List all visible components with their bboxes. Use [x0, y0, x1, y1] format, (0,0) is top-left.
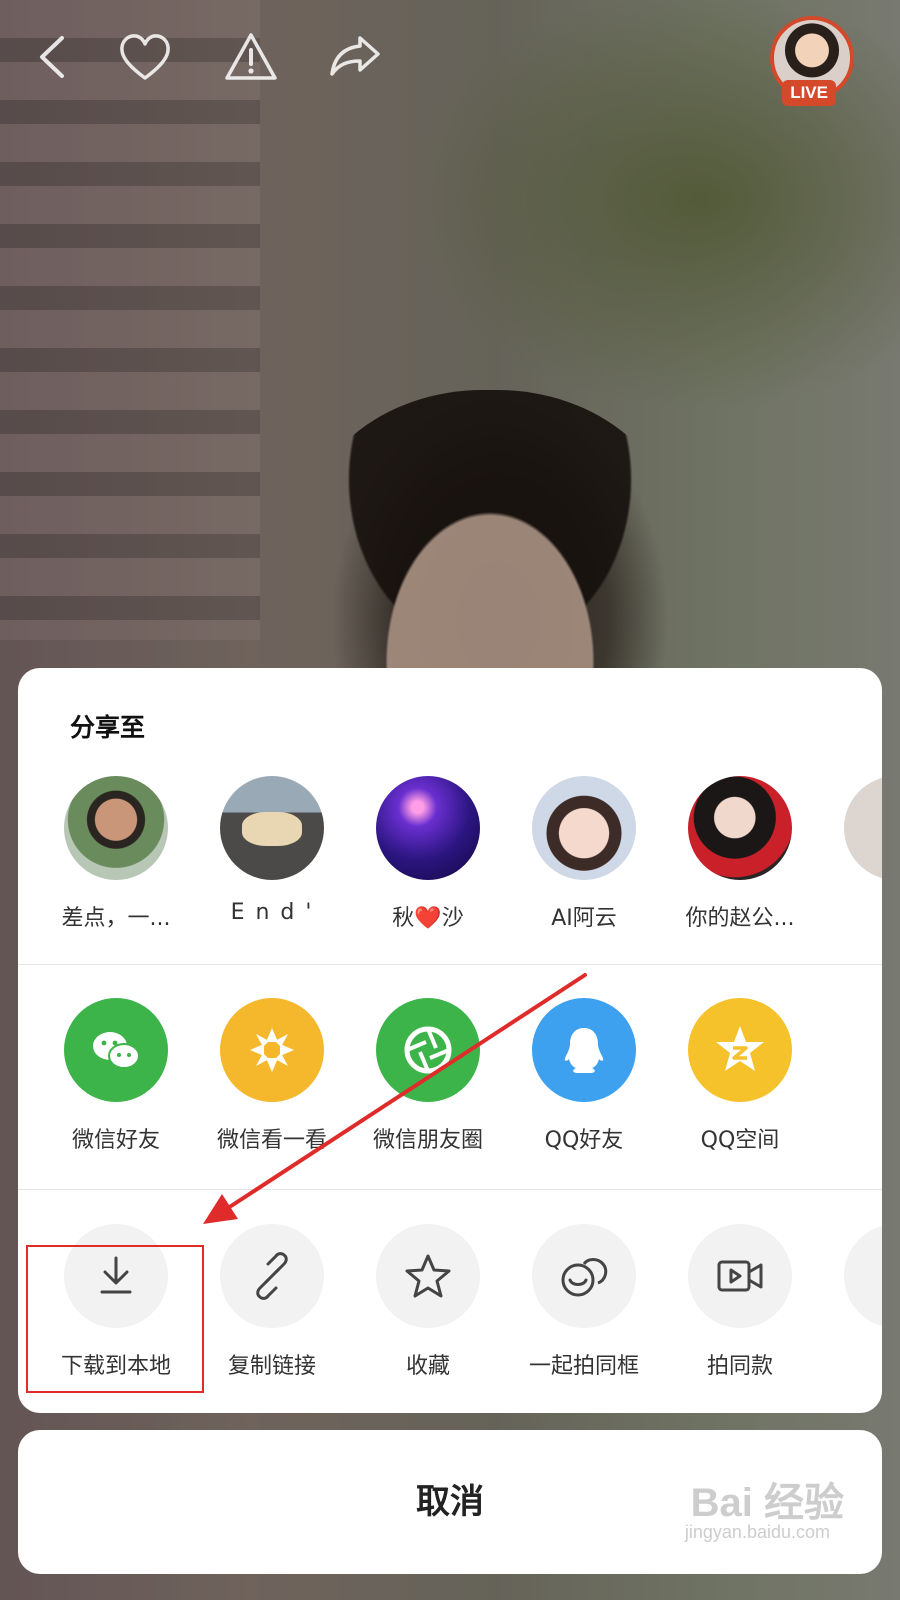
- wechat-look-icon: [220, 998, 324, 1102]
- app-label: 微信好友: [71, 1128, 160, 1153]
- link-icon: [220, 1224, 324, 1328]
- contact-item[interactable]: 秋❤️沙: [348, 776, 508, 932]
- back-icon[interactable]: [26, 28, 84, 86]
- action-label: 一起拍同框: [528, 1354, 639, 1379]
- avatar: [688, 776, 792, 880]
- contact-item[interactable]: AI阿云: [504, 776, 664, 932]
- app-label: 微信看一看: [216, 1128, 327, 1153]
- top-bar: LIVE: [26, 16, 874, 106]
- action-label: 拍同款: [706, 1354, 773, 1379]
- qq-icon: [532, 998, 636, 1102]
- action-label: 收藏: [405, 1354, 450, 1379]
- divider: [18, 1189, 882, 1190]
- contact-item[interactable]: 差点，一...: [36, 776, 196, 932]
- star-icon: [376, 1224, 480, 1328]
- background-child: [300, 390, 680, 710]
- contact-name: 秋❤️沙: [392, 906, 464, 931]
- avatar: [376, 776, 480, 880]
- shoot-same-button[interactable]: 拍同款: [660, 1224, 820, 1380]
- app-label: QQ空间: [700, 1128, 780, 1153]
- contact-name: 你的赵公...: [685, 906, 795, 931]
- contact-name: AI阿云: [551, 906, 617, 931]
- favorite-button[interactable]: 收藏: [348, 1224, 508, 1380]
- contact-item[interactable]: E n d ': [192, 776, 352, 925]
- app-label: QQ好友: [544, 1128, 624, 1153]
- background-building: [0, 0, 260, 640]
- copy-link-button[interactable]: 复制链接: [192, 1224, 352, 1380]
- video-camera-icon: [688, 1224, 792, 1328]
- contact-name: E n d ': [230, 900, 314, 925]
- heart-icon[interactable]: [116, 28, 174, 86]
- avatar: [532, 776, 636, 880]
- sheet-title: 分享至: [70, 713, 146, 742]
- wechat-icon: [64, 998, 168, 1102]
- contact-name: 差点，一...: [61, 906, 171, 931]
- duet-button[interactable]: 一起拍同框: [504, 1224, 664, 1380]
- contacts-row: 差点，一... E n d ' 秋❤️沙 AI阿云 你的赵公... 小: [18, 776, 882, 966]
- more-icon: [844, 1224, 882, 1328]
- moments-icon: [376, 998, 480, 1102]
- avatar: [844, 776, 882, 880]
- app-label: 微信朋友圈: [372, 1128, 483, 1153]
- watermark-url: jingyan.baidu.com: [684, 1522, 830, 1542]
- share-qzone[interactable]: QQ空间: [660, 998, 820, 1154]
- highlight-box: [26, 1245, 204, 1393]
- action-label: 帮: [816, 1348, 882, 1380]
- warning-icon[interactable]: [222, 28, 280, 86]
- duet-icon: [532, 1224, 636, 1328]
- share-wechat-look[interactable]: 微信看一看: [192, 998, 352, 1154]
- share-wechat-friend[interactable]: 微信好友: [36, 998, 196, 1154]
- share-qq-friend[interactable]: QQ好友: [504, 998, 664, 1154]
- live-badge: LIVE: [782, 80, 836, 106]
- more-action-button[interactable]: 帮: [816, 1224, 882, 1380]
- watermark-brand: Bai 经验: [690, 1481, 844, 1525]
- contact-name: 小: [816, 900, 882, 932]
- divider: [18, 964, 882, 965]
- contact-item[interactable]: 小: [816, 776, 882, 932]
- avatar: [64, 776, 168, 880]
- action-label: 复制链接: [227, 1354, 316, 1379]
- share-moments[interactable]: 微信朋友圈: [348, 998, 508, 1154]
- apps-row: 微信好友 微信看一看 微信朋友圈 QQ好友 QQ空间: [18, 998, 882, 1188]
- qzone-icon: [688, 998, 792, 1102]
- contact-item[interactable]: 你的赵公...: [660, 776, 820, 932]
- avatar: [220, 776, 324, 880]
- share-icon[interactable]: [326, 28, 384, 86]
